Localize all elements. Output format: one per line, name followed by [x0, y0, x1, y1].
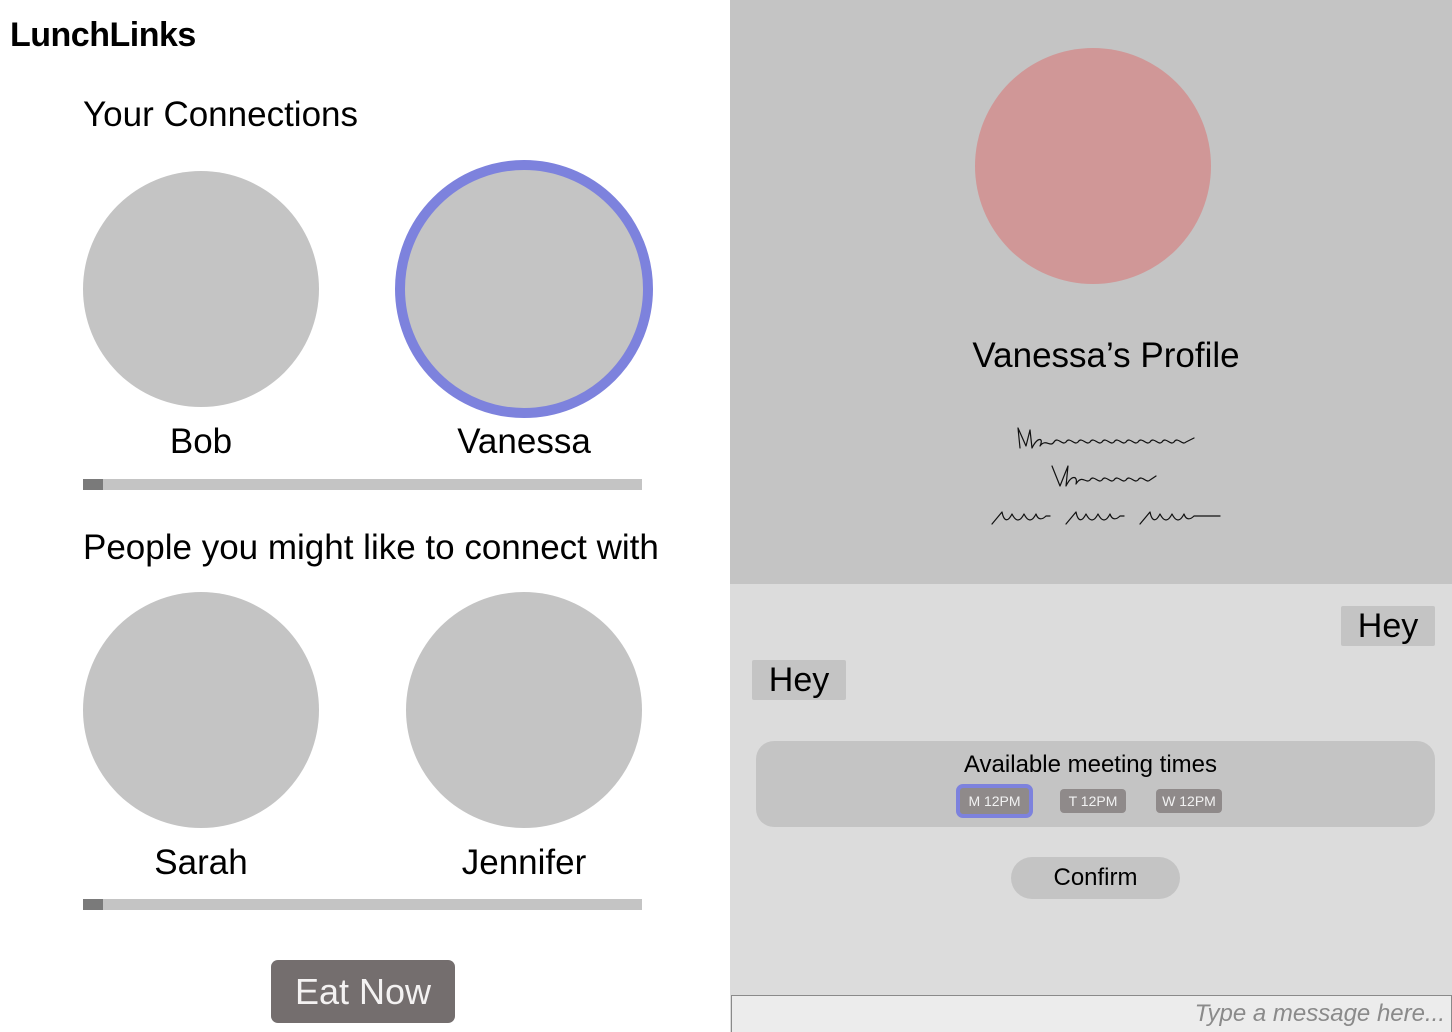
meeting-times-card: Available meeting times M 12PM T 12PM W … [756, 741, 1435, 827]
profile-chat-pane: Vanessa’s Profile Hey Hey Available meet… [730, 0, 1452, 1032]
connections-scroll-thumb[interactable] [83, 479, 103, 490]
suggestion-name-sarah: Sarah [154, 843, 248, 882]
connections-scrollbar[interactable] [83, 479, 642, 490]
avatar-jennifer[interactable] [406, 592, 642, 828]
connections-heading: Your Connections [83, 95, 359, 134]
connection-name-bob: Bob [169, 422, 233, 461]
suggestion-name-jennifer: Jennifer [461, 843, 587, 882]
confirm-button[interactable]: Confirm [1011, 857, 1180, 899]
meeting-time-option-wednesday[interactable]: W 12PM [1156, 789, 1222, 813]
profile-bio-scribble [991, 427, 1221, 525]
suggestions-heading: People you might like to connect with [83, 528, 659, 567]
suggestions-scroll-thumb[interactable] [83, 899, 103, 910]
connections-pane: LunchLinks Your Connections Bob Vanessa … [0, 0, 730, 1032]
profile-panel: Vanessa’s Profile [730, 0, 1452, 584]
message-input[interactable]: Type a message here... [731, 995, 1452, 1032]
meeting-time-option-tuesday[interactable]: T 12PM [1060, 789, 1126, 813]
suggestions-scrollbar[interactable] [83, 899, 642, 910]
chat-panel: Hey Hey Available meeting times M 12PM T… [730, 584, 1452, 1032]
meeting-times-title: Available meeting times [963, 751, 1218, 778]
eat-now-button[interactable]: Eat Now [271, 960, 455, 1023]
profile-avatar [975, 48, 1211, 284]
connection-name-vanessa: Vanessa [457, 422, 591, 461]
avatar-sarah[interactable] [83, 592, 319, 828]
chat-message-received: Hey [752, 660, 846, 700]
profile-title: Vanessa’s Profile [972, 336, 1240, 375]
app-title: LunchLinks [10, 16, 196, 54]
chat-message-sent: Hey [1341, 606, 1435, 646]
meeting-time-option-monday[interactable]: M 12PM [956, 784, 1033, 818]
avatar-vanessa[interactable] [395, 160, 653, 418]
avatar-bob[interactable] [83, 171, 319, 407]
